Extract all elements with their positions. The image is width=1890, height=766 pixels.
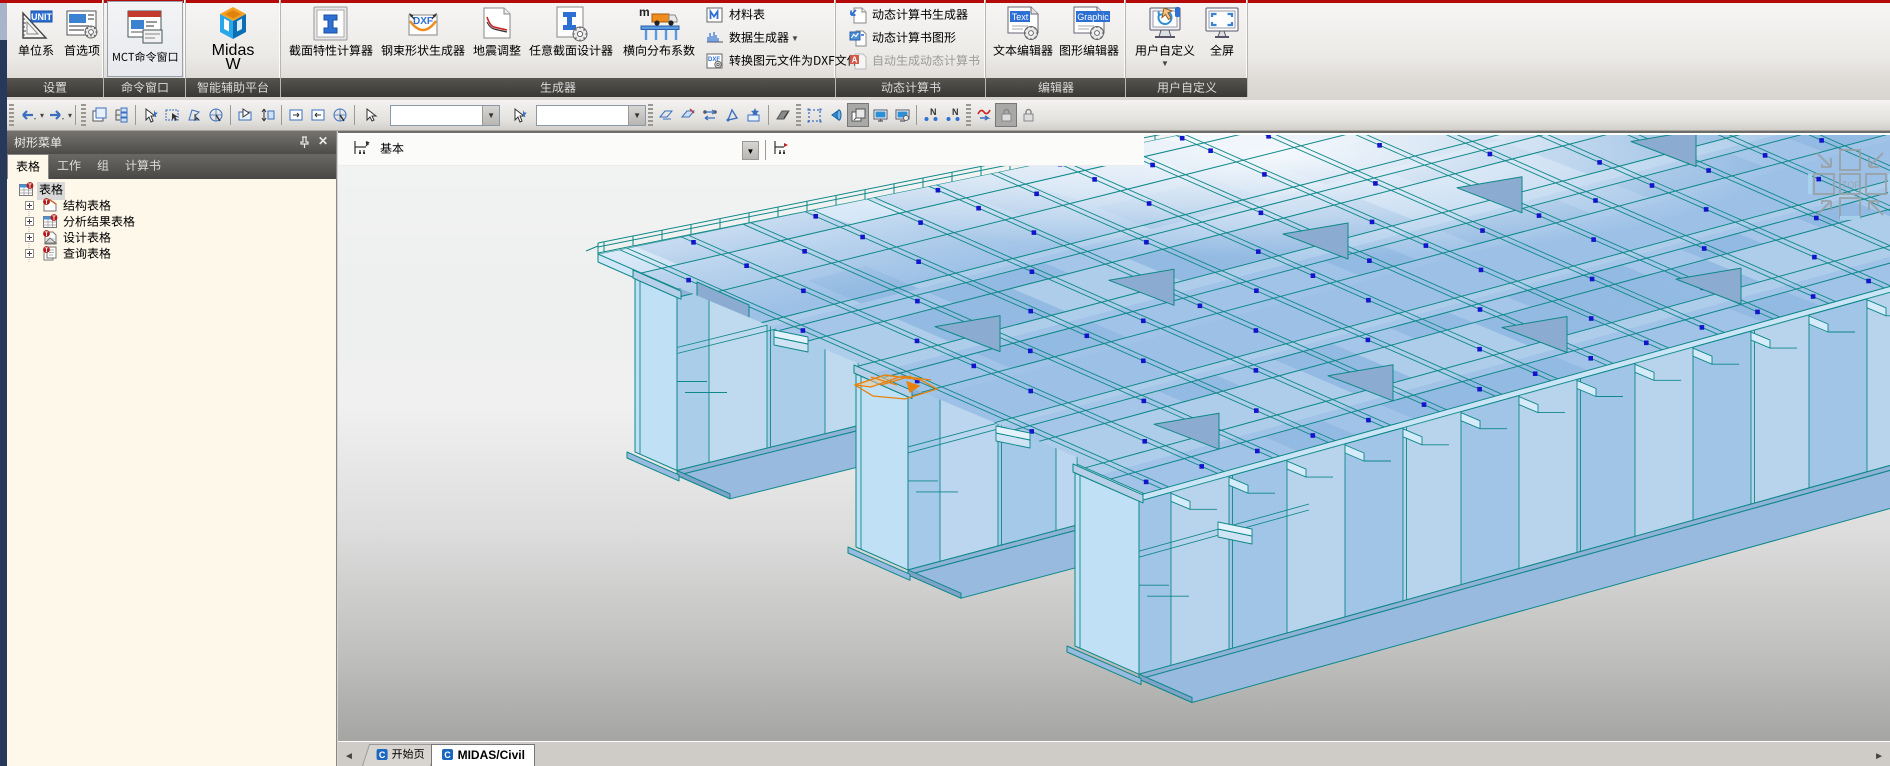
- svg-text:DXF: DXF: [413, 16, 433, 27]
- svg-text:N: N: [930, 107, 937, 117]
- svg-text:TOP: TOP: [1842, 180, 1860, 190]
- svg-text:N: N: [952, 107, 959, 117]
- svg-text:m: m: [639, 5, 650, 19]
- svg-text:A: A: [852, 55, 858, 64]
- svg-text:Graphic: Graphic: [1077, 12, 1109, 22]
- svg-text:T: T: [45, 232, 49, 238]
- svg-text:T: T: [52, 216, 56, 222]
- svg-text:C: C: [379, 750, 386, 760]
- svg-text:Text: Text: [1012, 12, 1029, 22]
- svg-text:T: T: [28, 184, 32, 190]
- svg-text:C: C: [445, 750, 452, 760]
- svg-text:UNIT: UNIT: [31, 12, 52, 22]
- svg-text:T: T: [45, 200, 49, 206]
- svg-text:T: T: [45, 248, 49, 254]
